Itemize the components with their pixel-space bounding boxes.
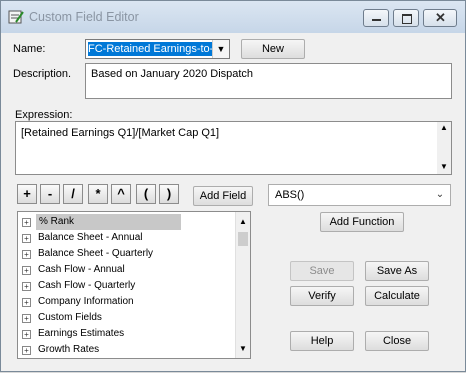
- expand-icon[interactable]: +: [22, 218, 31, 227]
- expand-icon[interactable]: +: [22, 250, 31, 259]
- expand-icon[interactable]: +: [22, 282, 31, 291]
- scroll-down-icon[interactable]: ▼: [440, 162, 448, 171]
- minus-operator-button[interactable]: -: [40, 184, 60, 204]
- scroll-thumb[interactable]: [238, 232, 248, 246]
- close-icon: ✕: [435, 10, 446, 25]
- tree-item[interactable]: + Cash Flow - Quarterly: [18, 278, 238, 294]
- add-field-button[interactable]: Add Field: [193, 186, 253, 206]
- chevron-down-icon[interactable]: ⌄: [432, 187, 448, 203]
- expand-icon[interactable]: +: [22, 266, 31, 275]
- minimize-icon: [372, 19, 381, 21]
- tree-item-label: Custom Fields: [38, 312, 102, 323]
- scroll-up-icon[interactable]: ▲: [440, 123, 448, 132]
- multiply-operator-button[interactable]: *: [88, 184, 108, 204]
- description-field[interactable]: Based on January 2020 Dispatch: [85, 63, 452, 99]
- new-button[interactable]: New: [241, 39, 305, 59]
- tree-item-label: Balance Sheet - Quarterly: [38, 248, 154, 259]
- close-paren-button[interactable]: ): [159, 184, 179, 204]
- calculate-button[interactable]: Calculate: [365, 286, 429, 306]
- plus-operator-button[interactable]: +: [17, 184, 37, 204]
- open-paren-button[interactable]: (: [136, 184, 156, 204]
- chevron-down-icon[interactable]: ▼: [212, 40, 229, 58]
- expand-icon[interactable]: +: [22, 298, 31, 307]
- verify-button[interactable]: Verify: [290, 286, 354, 306]
- close-window-button[interactable]: ✕: [423, 9, 457, 27]
- name-combobox[interactable]: FC-Retained Earnings-to- ▼: [85, 39, 230, 59]
- tree-item[interactable]: + Custom Fields: [18, 310, 238, 326]
- minimize-button[interactable]: [363, 9, 389, 27]
- tree-item[interactable]: + Earnings Estimates: [18, 326, 238, 342]
- maximize-icon: [402, 14, 412, 24]
- scroll-down-icon[interactable]: ▼: [239, 344, 247, 353]
- divide-operator-button[interactable]: /: [63, 184, 83, 204]
- save-as-button[interactable]: Save As: [365, 261, 429, 281]
- function-select-value: ABS(): [275, 189, 305, 201]
- help-button[interactable]: Help: [290, 331, 354, 351]
- custom-field-editor-window: Custom Field Editor ✕ Name: FC-Retained …: [0, 0, 466, 372]
- expression-scrollbar[interactable]: ▲ ▼: [437, 122, 451, 174]
- tree-item[interactable]: + % Rank: [18, 214, 238, 230]
- tree-item-label: Company Information: [38, 296, 134, 307]
- function-select[interactable]: ABS() ⌄: [268, 184, 451, 206]
- tree-item-label: Cash Flow - Quarterly: [38, 280, 136, 291]
- expression-label: Expression:: [15, 109, 73, 121]
- tree-item-label: Earnings Estimates: [38, 328, 125, 339]
- tree-item-label: Balance Sheet - Annual: [38, 232, 143, 243]
- field-tree[interactable]: + % Rank + Balance Sheet - Annual + Bala…: [17, 211, 251, 359]
- tree-item[interactable]: + Balance Sheet - Annual: [18, 230, 238, 246]
- app-icon: [8, 10, 24, 24]
- add-function-button[interactable]: Add Function: [320, 212, 404, 232]
- description-value: Based on January 2020 Dispatch: [91, 68, 254, 80]
- expand-icon[interactable]: +: [22, 330, 31, 339]
- tree-item[interactable]: + Cash Flow - Annual: [18, 262, 238, 278]
- tree-item[interactable]: + Growth Rates: [18, 342, 238, 358]
- title-bar[interactable]: Custom Field Editor ✕: [1, 1, 465, 33]
- save-button[interactable]: Save: [290, 261, 354, 281]
- scroll-up-icon[interactable]: ▲: [239, 217, 247, 226]
- name-value: FC-Retained Earnings-to-: [88, 42, 212, 56]
- maximize-button[interactable]: [393, 9, 419, 27]
- name-label: Name:: [13, 43, 46, 55]
- tree-item[interactable]: + Company Information: [18, 294, 238, 310]
- expression-field[interactable]: [Retained Earnings Q1]/[Market Cap Q1] ▲…: [15, 121, 452, 175]
- tree-item[interactable]: + Balance Sheet - Quarterly: [18, 246, 238, 262]
- tree-scrollbar[interactable]: ▲ ▼: [235, 212, 250, 358]
- expand-icon[interactable]: +: [22, 234, 31, 243]
- tree-item-label: Growth Rates: [38, 344, 100, 355]
- description-label: Description.: [13, 68, 72, 80]
- tree-item-label: % Rank: [36, 214, 181, 230]
- expand-icon[interactable]: +: [22, 346, 31, 355]
- window-title: Custom Field Editor: [29, 10, 139, 24]
- expression-value: [Retained Earnings Q1]/[Market Cap Q1]: [21, 127, 220, 139]
- power-operator-button[interactable]: ^: [111, 184, 131, 204]
- close-button[interactable]: Close: [365, 331, 429, 351]
- tree-item-label: Cash Flow - Annual: [38, 264, 125, 275]
- expand-icon[interactable]: +: [22, 314, 31, 323]
